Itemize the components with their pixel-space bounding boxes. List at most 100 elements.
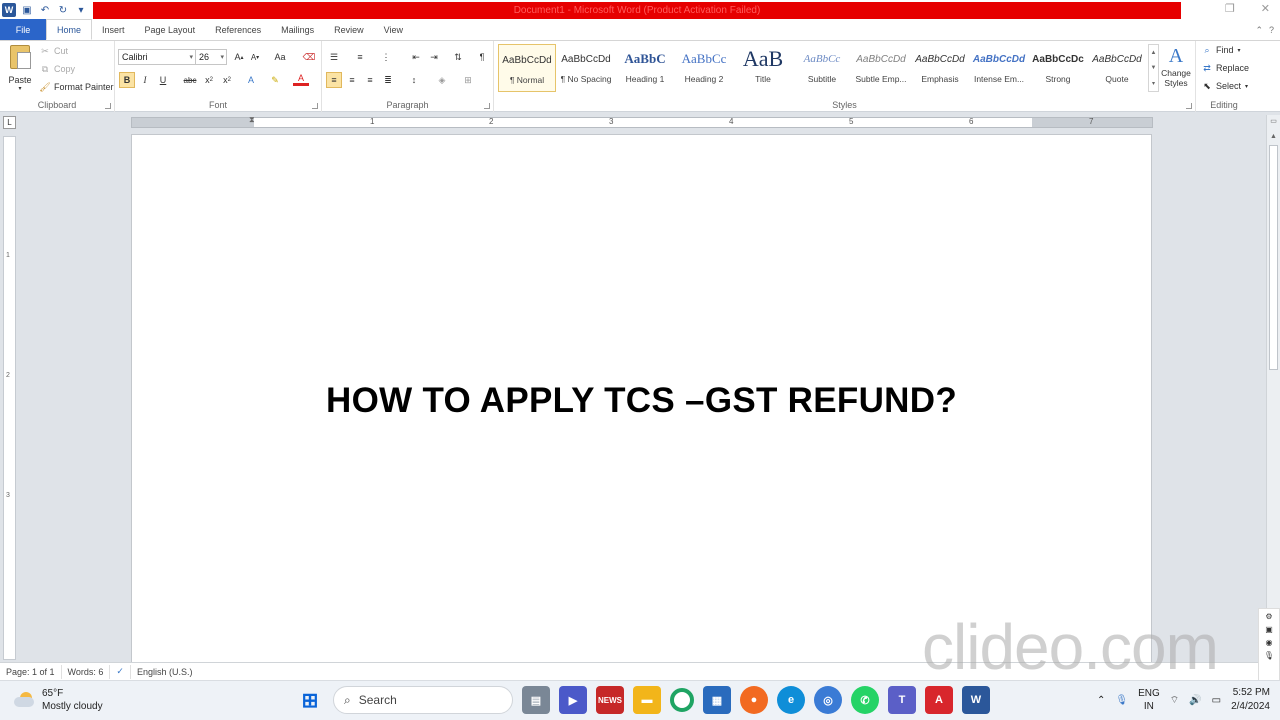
style-heading-1[interactable]: AaBbC Heading 1 (616, 44, 674, 92)
tab-mailings[interactable]: Mailings (271, 19, 324, 40)
whatsapp-icon[interactable]: ✆ (851, 686, 879, 714)
style-heading-2[interactable]: AaBbCc Heading 2 (675, 44, 733, 92)
wifi-icon[interactable]: ⌔ (1170, 694, 1179, 707)
word-count[interactable]: Words: 6 (62, 664, 111, 679)
cut-button[interactable]: ✂ Cut (40, 46, 68, 57)
replace-button[interactable]: ⇄ Replace (1202, 63, 1249, 74)
tab-home[interactable]: Home (46, 19, 93, 40)
battery-icon[interactable]: ▭ (1212, 695, 1221, 706)
subscript-button[interactable]: x2 (201, 72, 217, 88)
clipboard-launcher-icon[interactable] (105, 103, 111, 109)
decrease-indent-icon[interactable]: ⇤ (408, 49, 424, 65)
highlight-icon[interactable]: ✎ (267, 72, 283, 88)
font-launcher-icon[interactable] (312, 103, 318, 109)
camera-icon[interactable]: ▣ (1265, 625, 1273, 634)
undo-icon[interactable]: ↶ (38, 3, 52, 17)
style-strong[interactable]: AaBbCcDc Strong (1029, 44, 1087, 92)
paragraph-launcher-icon[interactable] (484, 103, 490, 109)
bullets-icon[interactable]: ☰ (326, 49, 342, 65)
proofing-status[interactable]: ✓ (110, 664, 131, 679)
horizontal-ruler[interactable]: 1 2 3 4 5 6 7 ⧗ (131, 115, 1153, 128)
change-styles-button[interactable]: A Change Styles (1158, 45, 1194, 88)
align-left-button[interactable]: ≡ (326, 72, 342, 88)
microphone-icon[interactable]: 🎙 (1264, 651, 1274, 660)
bold-button[interactable]: B (119, 72, 135, 88)
tab-file[interactable]: File (0, 19, 46, 40)
format-painter-button[interactable]: 🖌 Format Painter (39, 82, 113, 93)
copy-button[interactable]: ⧉ Copy (40, 64, 75, 75)
strikethrough-button[interactable]: abc (182, 72, 198, 88)
vertical-ruler[interactable]: 1 2 3 (3, 136, 16, 660)
file-explorer-icon[interactable]: ▬ (633, 686, 661, 714)
underline-button[interactable]: U (155, 72, 171, 88)
document-heading[interactable]: HOW TO APPLY TCS –GST REFUND? (132, 381, 1151, 421)
sort-icon[interactable]: ⇅ (450, 49, 466, 65)
superscript-button[interactable]: x2 (219, 72, 235, 88)
chevron-up-icon[interactable]: ▲ (1151, 50, 1157, 56)
page-count[interactable]: Page: 1 of 1 (0, 664, 62, 679)
text-effects-icon[interactable]: A (243, 72, 259, 88)
style-quote[interactable]: AaBbCcDd Quote (1088, 44, 1146, 92)
network-app-icon[interactable]: ◎ (814, 686, 842, 714)
indent-marker-icon[interactable]: ⧗ (249, 115, 255, 125)
font-name-combo[interactable]: Calibri ▾ (118, 49, 196, 65)
tab-page-layout[interactable]: Page Layout (135, 19, 206, 40)
borders-icon[interactable]: ⊞ (460, 72, 476, 88)
tab-insert[interactable]: Insert (92, 19, 135, 40)
firefox-icon[interactable]: ● (740, 686, 768, 714)
record-icon[interactable]: ◉ (1266, 638, 1273, 647)
show-hidden-icons[interactable]: ⌃ (1097, 695, 1105, 706)
news-app-icon[interactable]: NEWS (596, 686, 624, 714)
teams-chat-icon[interactable]: ▶ (559, 686, 587, 714)
word-taskbar-icon[interactable]: W (962, 686, 990, 714)
input-language[interactable]: ENG IN (1138, 687, 1160, 713)
customize-qat-icon[interactable]: ▾ (74, 3, 88, 17)
style-subtitle[interactable]: AaBbCc Subtitle (793, 44, 851, 92)
multilevel-list-icon[interactable]: ⋮ (378, 49, 394, 65)
tab-references[interactable]: References (205, 19, 271, 40)
taskbar-search[interactable]: ⌕ Search (333, 686, 513, 714)
shading-icon[interactable]: ◈ (434, 72, 450, 88)
grow-font-button[interactable]: A ▴ (231, 49, 247, 65)
edge-icon[interactable]: e (777, 686, 805, 714)
minimize-ribbon-icon[interactable]: ⌃ (1255, 25, 1263, 36)
more-icon[interactable]: ▾ (1152, 80, 1155, 87)
line-spacing-icon[interactable]: ↕ (406, 72, 422, 88)
desktop-app-icon[interactable]: ▦ (703, 686, 731, 714)
scroll-up-icon[interactable]: ▲ (1267, 133, 1280, 140)
clear-formatting-icon[interactable]: ⌫ (301, 49, 317, 65)
change-case-button[interactable]: Aa (272, 49, 288, 65)
paste-button[interactable]: Paste ▾ (6, 45, 34, 92)
italic-button[interactable]: I (137, 72, 153, 88)
language-status[interactable]: English (U.S.) (131, 665, 199, 679)
scrollbar-thumb[interactable] (1269, 145, 1278, 370)
teams-icon[interactable]: T (888, 686, 916, 714)
tab-stop-selector[interactable]: L (3, 116, 16, 129)
style-no-spacing[interactable]: AaBbCcDd ¶ No Spacing (557, 44, 615, 92)
align-center-button[interactable]: ≡ (344, 72, 360, 88)
find-button[interactable]: ⌕ Find ▾ (1202, 45, 1240, 56)
style-emphasis[interactable]: AaBbCcDd Emphasis (911, 44, 969, 92)
tab-view[interactable]: View (374, 19, 413, 40)
chrome-icon[interactable] (670, 688, 694, 712)
style-normal[interactable]: AaBbCcDd ¶ Normal (498, 44, 556, 92)
help-icon[interactable]: ? (1269, 25, 1274, 36)
clock[interactable]: 5:52 PM 2/4/2024 (1231, 686, 1270, 714)
numbering-icon[interactable]: ≡ (352, 49, 368, 65)
style-intense-emphasis[interactable]: AaBbCcDd Intense Em... (970, 44, 1028, 92)
settings-icon[interactable]: ⚙ (1265, 612, 1272, 621)
show-marks-icon[interactable]: ¶ (474, 49, 490, 65)
save-icon[interactable]: ▣ (20, 3, 34, 17)
redo-icon[interactable]: ↻ (56, 3, 70, 17)
style-title[interactable]: AaB Title (734, 44, 792, 92)
styles-launcher-icon[interactable] (1186, 103, 1192, 109)
vertical-scrollbar[interactable]: ▭ ▲ (1266, 115, 1280, 662)
justify-button[interactable]: ≣ (380, 72, 396, 88)
restore-icon[interactable]: ❐ (1225, 2, 1235, 15)
volume-icon[interactable]: 🔊 (1189, 695, 1201, 706)
weather-widget[interactable]: 65°F Mostly cloudy (14, 687, 103, 713)
shrink-font-button[interactable]: A ▾ (247, 49, 263, 65)
chevron-down-icon[interactable]: ▼ (1151, 65, 1157, 71)
increase-indent-icon[interactable]: ⇥ (426, 49, 442, 65)
ruler-toggle-icon[interactable]: ▭ (1267, 117, 1280, 125)
